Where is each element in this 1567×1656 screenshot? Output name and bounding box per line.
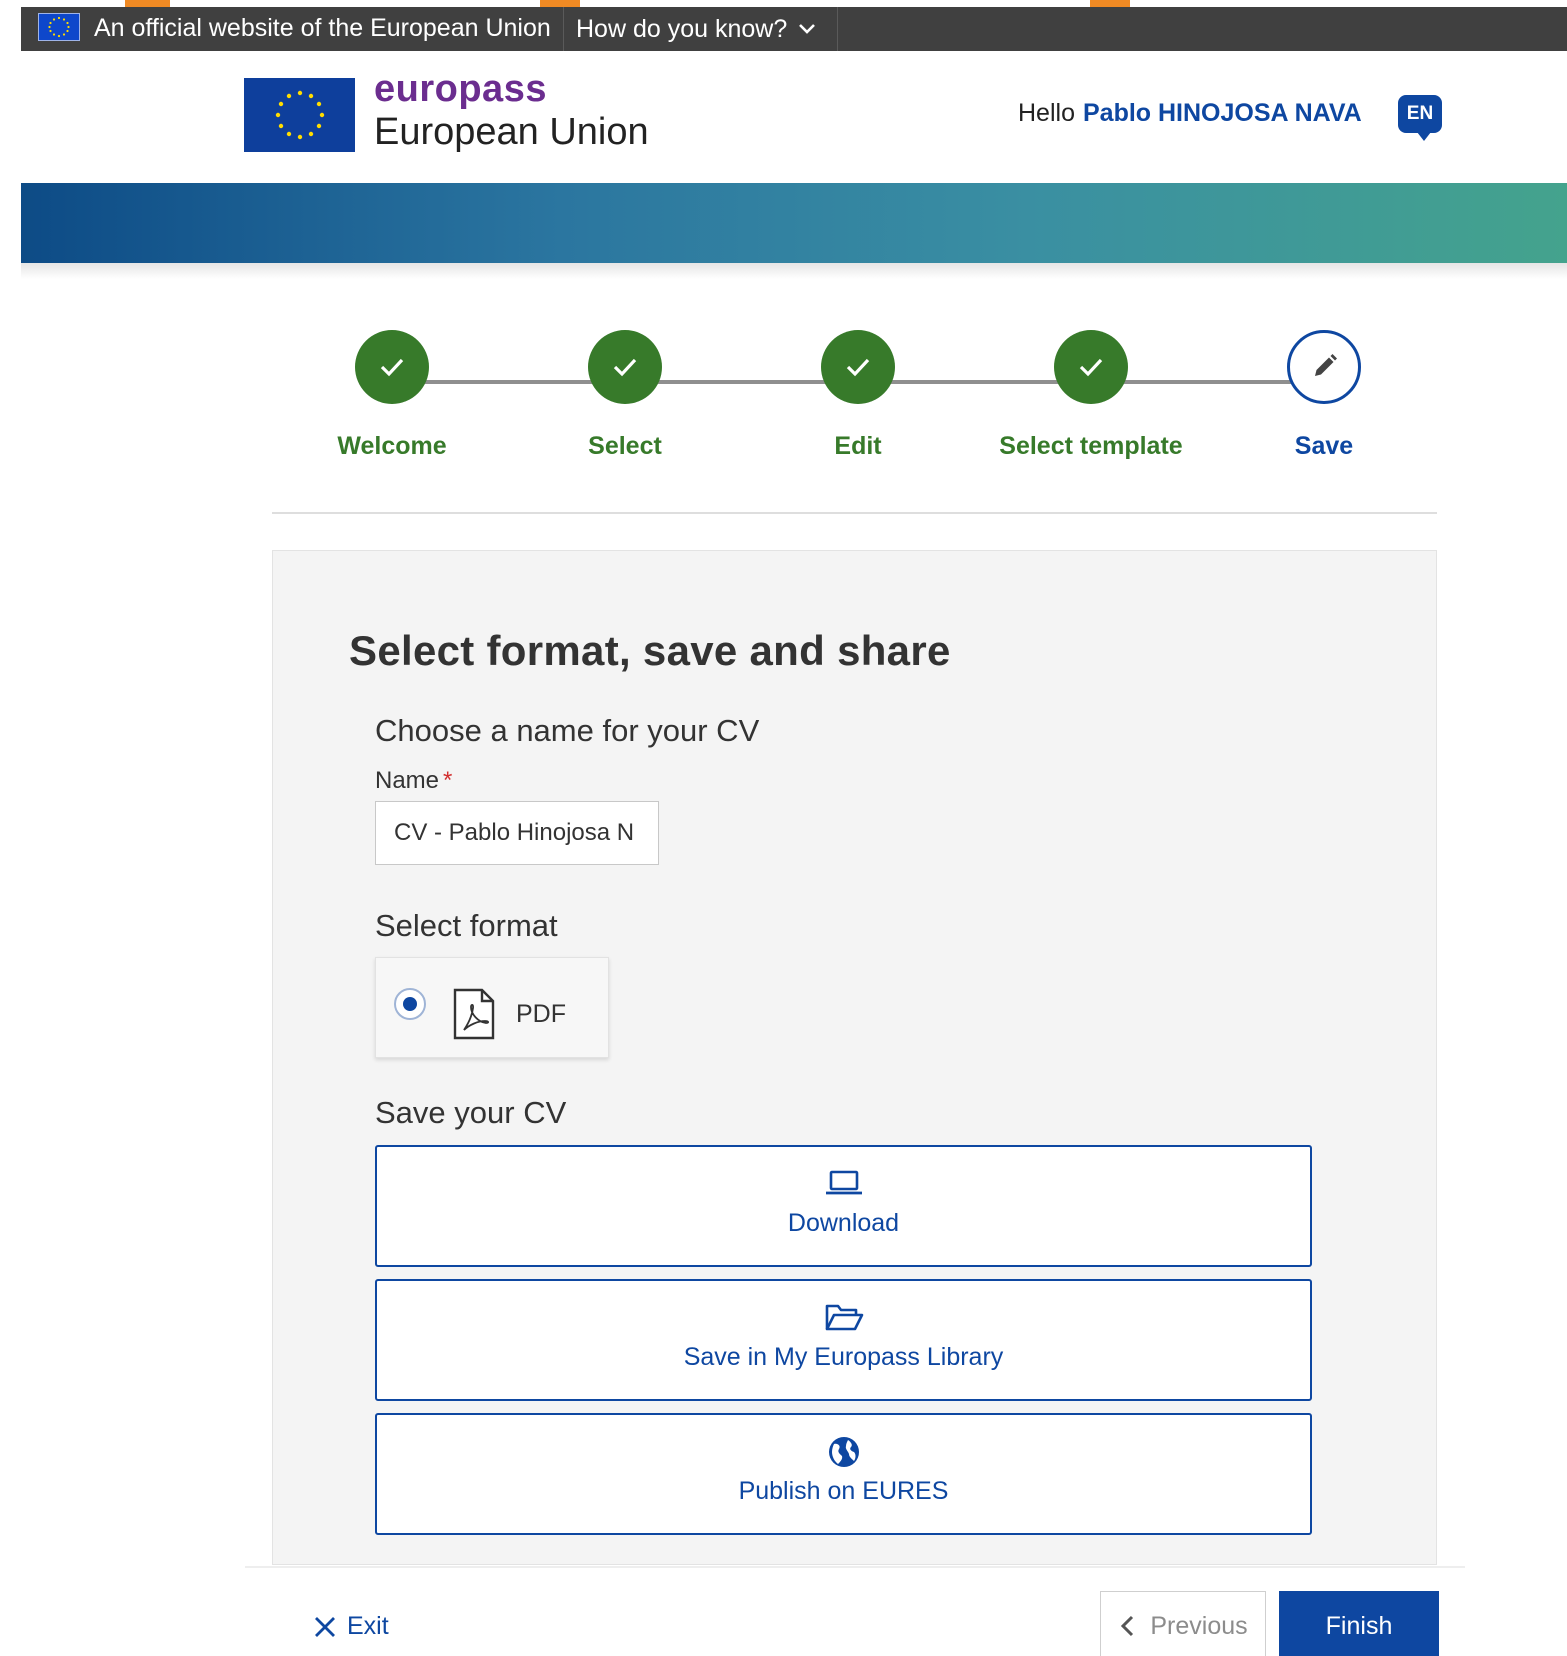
download-label: Download: [787, 1209, 900, 1237]
how-do-you-know-toggle[interactable]: How do you know?: [576, 7, 839, 51]
save-section-heading: Save your CV: [375, 1095, 567, 1130]
pdf-option-label: PDF: [516, 1000, 566, 1028]
eu-official-bar: An official website of the European Unio…: [21, 7, 1567, 51]
brand-subtitle: European Union: [374, 111, 649, 153]
checkmark-icon: [613, 358, 637, 377]
eu-flag-icon: [38, 13, 80, 41]
step-save[interactable]: Save: [1204, 330, 1444, 461]
previous-label: Previous: [1150, 1611, 1248, 1640]
greeting-text: Hello: [1018, 99, 1075, 127]
user-greeting: Hello Pablo HINOJOSA NAVA: [1018, 99, 1362, 128]
previous-button[interactable]: Previous: [1100, 1591, 1266, 1656]
step-done-circle: [588, 330, 662, 404]
save-panel: Select format, save and share Choose a n…: [272, 550, 1437, 1565]
laptop-icon: [825, 1170, 862, 1195]
site-header: europass European Union Hello Pablo HINOJ…: [21, 51, 1567, 183]
name-section-heading: Choose a name for your CV: [375, 713, 760, 748]
header-gradient-band: [21, 183, 1567, 263]
chevron-down-icon: [799, 24, 816, 34]
finish-button[interactable]: Finish: [1279, 1591, 1439, 1656]
name-label-text: Name: [375, 767, 440, 794]
how-do-you-know-label: How do you know?: [576, 15, 788, 43]
step-done-circle: [1054, 330, 1128, 404]
user-name-link[interactable]: Pablo HINOJOSA NAVA: [1083, 99, 1362, 127]
page-title: Select format, save and share: [349, 627, 951, 674]
step-label: Welcome: [337, 432, 447, 460]
brand-name: europass: [374, 68, 547, 110]
publish-eures-label: Publish on EURES: [738, 1477, 949, 1505]
checkmark-icon: [846, 358, 870, 377]
step-done-circle: [355, 330, 429, 404]
step-select-template[interactable]: Select template: [971, 330, 1211, 461]
step-label: Select: [588, 432, 662, 460]
radio-selected-dot: [403, 997, 417, 1011]
save-in-library-button[interactable]: Save in My Europass Library: [375, 1279, 1312, 1401]
official-website-text: An official website of the European Unio…: [94, 7, 564, 51]
language-selector[interactable]: EN: [1398, 95, 1442, 141]
step-edit[interactable]: Edit: [738, 330, 978, 461]
cv-name-input[interactable]: [375, 801, 659, 865]
pencil-icon: [1315, 354, 1337, 376]
exit-button[interactable]: Exit: [313, 1612, 389, 1641]
name-field-label: Name *: [375, 767, 452, 795]
save-in-library-label: Save in My Europass Library: [683, 1343, 1004, 1371]
publish-eures-button[interactable]: Publish on EURES: [375, 1413, 1312, 1535]
step-label: Edit: [834, 432, 882, 460]
exit-label: Exit: [347, 1612, 389, 1640]
step-current-circle: [1287, 330, 1361, 404]
footer-divider: [245, 1566, 1465, 1568]
step-select[interactable]: Select: [505, 330, 745, 461]
brand-logo-text[interactable]: europass European Union: [374, 69, 649, 155]
step-label: Save: [1294, 432, 1354, 460]
step-done-circle: [821, 330, 895, 404]
pdf-radio[interactable]: [394, 988, 426, 1020]
checkmark-icon: [1079, 358, 1103, 377]
progress-stepper: Welcome Select Edit Select template Save: [272, 330, 1437, 470]
format-section-heading: Select format: [375, 908, 558, 943]
eu-logo-icon[interactable]: [244, 78, 355, 152]
pdf-file-icon: [453, 988, 495, 1040]
checkmark-icon: [380, 358, 404, 377]
globe-icon: [828, 1437, 859, 1467]
required-asterisk: *: [443, 767, 453, 794]
close-icon: [315, 1616, 335, 1637]
folder-open-icon: [825, 1304, 863, 1331]
stepper-divider: [272, 512, 1437, 514]
chevron-left-icon: [1121, 1615, 1134, 1637]
step-welcome[interactable]: Welcome: [272, 330, 512, 461]
step-label: Select template: [999, 432, 1183, 460]
format-option-pdf[interactable]: PDF: [375, 957, 609, 1058]
download-button[interactable]: Download: [375, 1145, 1312, 1267]
band-shadow: [21, 263, 1567, 279]
